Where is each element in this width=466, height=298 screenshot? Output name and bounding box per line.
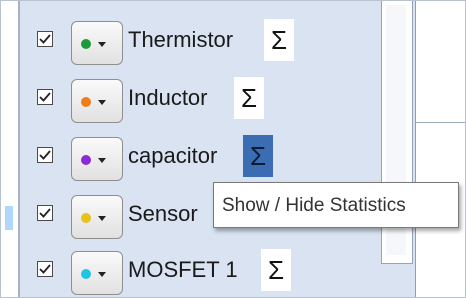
series-color-button[interactable] — [71, 137, 123, 181]
color-dot-icon — [81, 213, 91, 223]
statistics-toggle-button[interactable]: Σ — [243, 135, 273, 177]
divider-line — [416, 122, 465, 123]
statistics-tooltip: Show / Hide Statistics — [213, 182, 459, 228]
checkmark-icon — [39, 34, 51, 44]
checkmark-icon — [39, 208, 51, 218]
statistics-toggle-button[interactable]: Σ — [261, 249, 291, 291]
right-pane — [415, 1, 465, 297]
series-visibility-checkbox[interactable] — [37, 31, 53, 47]
dropdown-caret-icon — [98, 100, 106, 105]
dropdown-caret-icon — [98, 158, 106, 163]
statistics-toggle-button[interactable]: Σ — [264, 19, 294, 61]
series-visibility-checkbox[interactable] — [37, 147, 53, 163]
series-legend-window: Thermistor Σ Inductor Σ capacitor Σ Sens… — [0, 0, 466, 298]
series-row-mosfet-1: MOSFET 1 Σ — [5, 241, 415, 297]
color-dot-icon — [81, 155, 91, 165]
statistics-toggle-button[interactable]: Σ — [234, 77, 264, 119]
series-list-panel: Thermistor Σ Inductor Σ capacitor Σ Sens… — [5, 1, 415, 297]
series-label: MOSFET 1 — [128, 257, 238, 282]
checkmark-icon — [39, 150, 51, 160]
checkmark-icon — [39, 92, 51, 102]
series-label: Sensor — [128, 201, 198, 226]
color-dot-icon — [81, 97, 91, 107]
checkmark-icon — [39, 264, 51, 274]
series-label: capacitor — [128, 143, 218, 168]
series-color-button[interactable] — [71, 79, 123, 123]
dropdown-caret-icon — [98, 216, 106, 221]
series-color-button[interactable] — [71, 195, 123, 239]
dropdown-caret-icon — [98, 272, 106, 277]
color-dot-icon — [81, 269, 91, 279]
series-row-inductor: Inductor Σ — [5, 69, 415, 125]
series-visibility-checkbox[interactable] — [37, 261, 53, 277]
series-label: Thermistor — [128, 27, 234, 52]
series-visibility-checkbox[interactable] — [37, 89, 53, 105]
color-dot-icon — [81, 39, 91, 49]
series-color-button[interactable] — [71, 21, 123, 65]
dropdown-caret-icon — [98, 42, 106, 47]
series-row-capacitor: capacitor Σ — [5, 127, 415, 183]
series-visibility-checkbox[interactable] — [37, 205, 53, 221]
series-row-thermistor: Thermistor Σ — [5, 11, 415, 67]
series-color-button[interactable] — [71, 251, 123, 295]
series-label: Inductor — [128, 85, 208, 110]
